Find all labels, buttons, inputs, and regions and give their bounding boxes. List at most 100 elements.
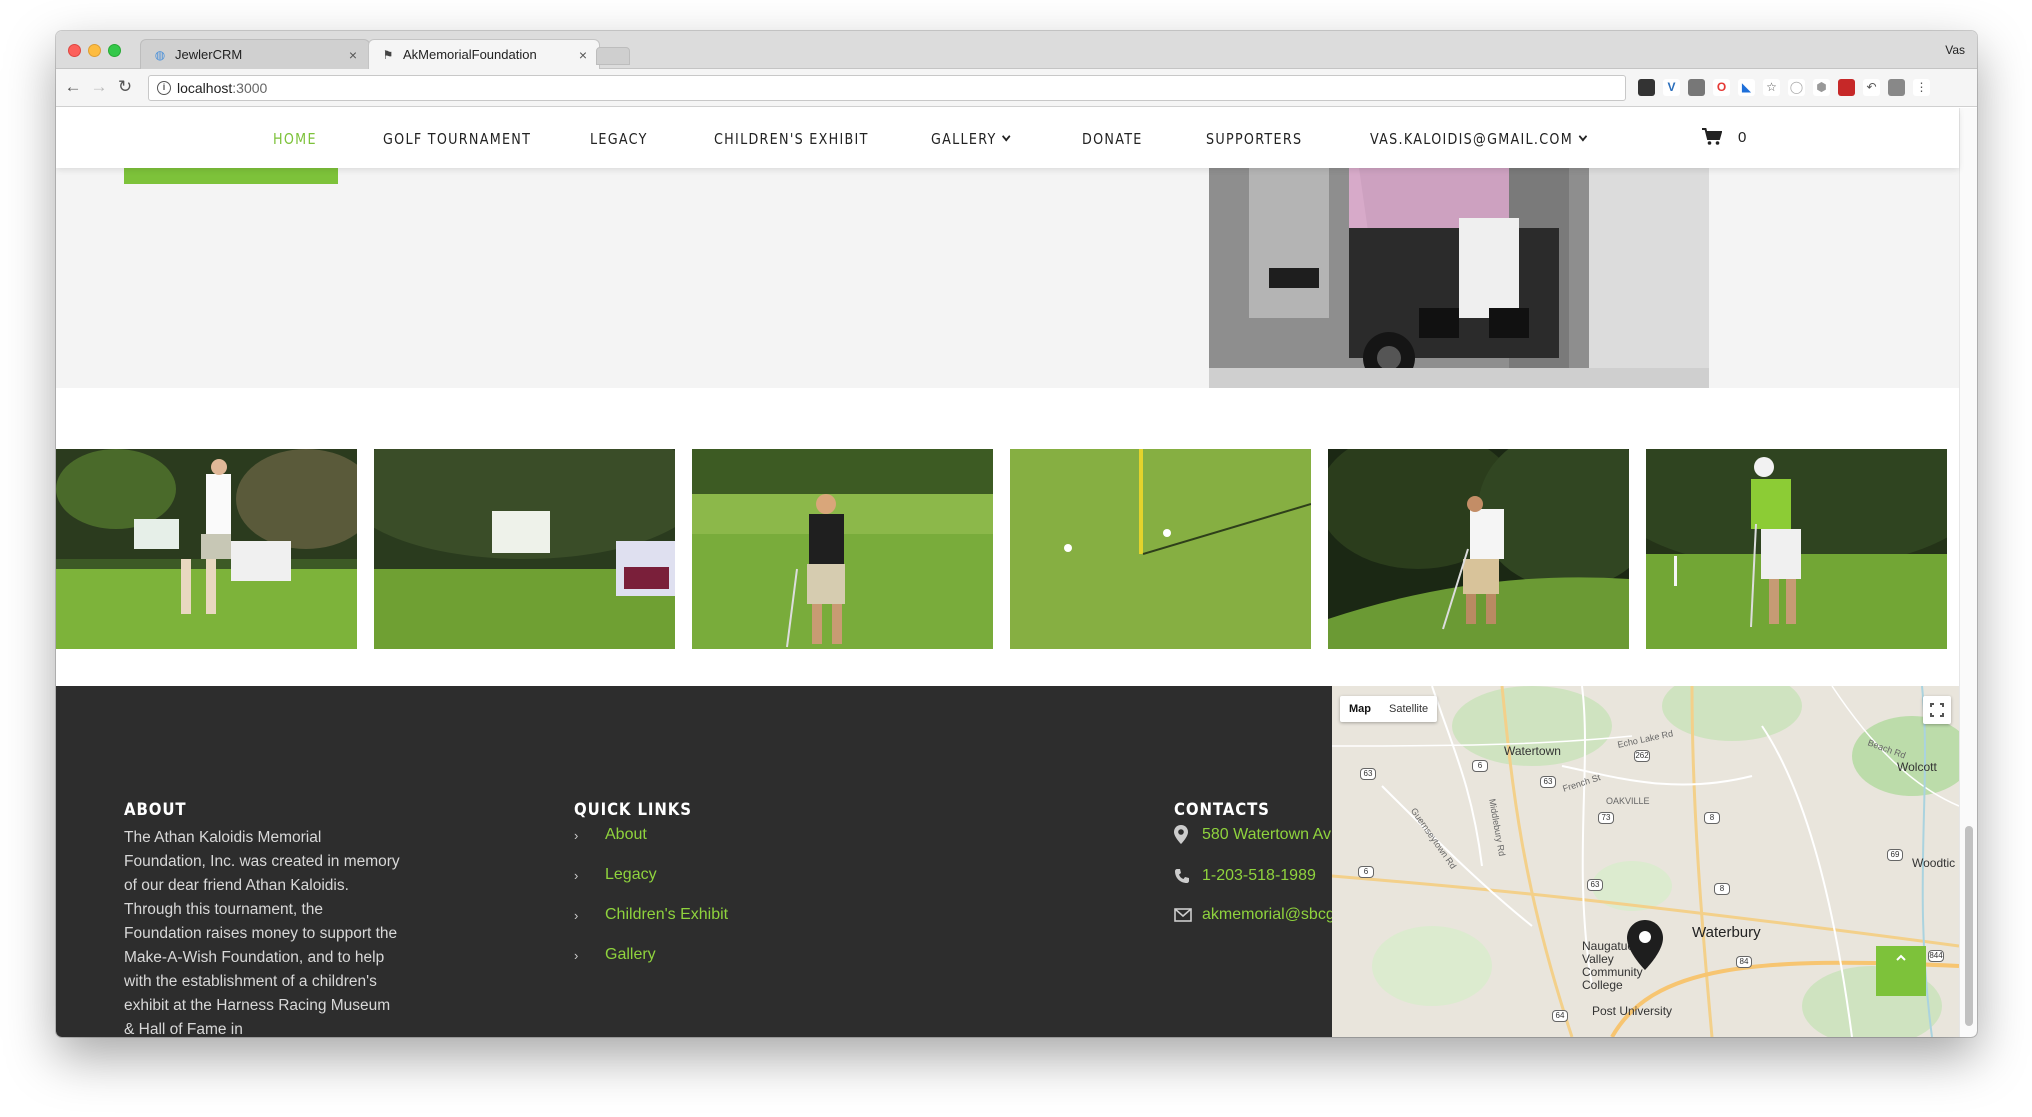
- phone-icon: [1174, 868, 1202, 884]
- map-type-map-button[interactable]: Map: [1340, 696, 1380, 722]
- chevron-right-icon: ›: [574, 827, 579, 843]
- tab-title: JewlerCRM: [175, 47, 243, 62]
- contact-phone[interactable]: 1-203-518-1989: [1174, 867, 1316, 885]
- megaphone-icon[interactable]: ◣: [1738, 79, 1755, 96]
- gallery-photo[interactable]: [1010, 449, 1311, 649]
- tab-close-icon[interactable]: ×: [579, 47, 587, 63]
- quick-links-heading: QUICK LINKS: [574, 800, 692, 820]
- tab-close-icon[interactable]: ×: [349, 47, 357, 63]
- gallery-photo[interactable]: [56, 449, 357, 649]
- scrollbar-thumb[interactable]: [1965, 826, 1973, 1026]
- fullscreen-icon[interactable]: [1923, 696, 1951, 724]
- globe-icon: ◍: [154, 47, 166, 62]
- contact-phone-text: 1-203-518-1989: [1202, 867, 1316, 884]
- new-tab-button[interactable]: [596, 47, 630, 65]
- vue-devtools-icon[interactable]: V: [1663, 79, 1680, 96]
- chevron-right-icon: ›: [574, 947, 579, 963]
- page-viewport: HOME GOLF TOURNAMENT LEGACY CHILDREN'S E…: [56, 108, 1977, 1037]
- contact-address-text: 580 Watertown Av: [1202, 825, 1331, 843]
- map-label-watertown: Watertown: [1504, 744, 1561, 758]
- reply-icon[interactable]: ↶: [1863, 79, 1880, 96]
- route-shield: 73: [1598, 812, 1614, 824]
- route-shield: 8: [1704, 812, 1720, 824]
- cart-button[interactable]: 0: [1702, 128, 1746, 146]
- route-shield: 262: [1634, 750, 1650, 762]
- route-shield: 69: [1887, 849, 1903, 861]
- route-shield: 84: [1736, 956, 1752, 968]
- chevron-right-icon: ›: [574, 867, 579, 883]
- back-to-top-button[interactable]: [1876, 946, 1926, 996]
- google-map[interactable]: Map Satellite Watertown Wolcott OAKVILLE…: [1332, 686, 1959, 1037]
- tab-jewlercrm[interactable]: ◍ JewlerCRM ×: [140, 39, 370, 69]
- profile-name[interactable]: Vas: [1945, 43, 1965, 57]
- quick-link-legacy[interactable]: › Legacy: [574, 866, 657, 884]
- quick-link-label[interactable]: Legacy: [605, 866, 657, 884]
- quick-link-label[interactable]: About: [605, 826, 647, 844]
- contact-address[interactable]: 580 Watertown Av: [1174, 825, 1331, 844]
- contact-email[interactable]: akmemorial@sbcg: [1174, 906, 1335, 924]
- quick-link-about[interactable]: › About: [574, 826, 647, 844]
- wheelchair-photo: [1209, 168, 1709, 388]
- map-label-woodtick: Woodtic: [1912, 856, 1956, 870]
- nav-legacy[interactable]: LEGACY: [590, 130, 648, 148]
- forward-icon[interactable]: →: [88, 77, 110, 97]
- bookmark-star-icon[interactable]: ☆: [1763, 79, 1780, 96]
- close-window-button[interactable]: [68, 44, 81, 57]
- site-footer: ABOUT The Athan Kaloidis Memorial Founda…: [56, 686, 1977, 1037]
- reload-icon[interactable]: ↻: [114, 77, 136, 97]
- site-navbar: HOME GOLF TOURNAMENT LEGACY CHILDREN'S E…: [56, 108, 1959, 168]
- maximize-window-button[interactable]: [108, 44, 121, 57]
- tab-akmemorialfoundation[interactable]: ⚑ AkMemorialFoundation ×: [368, 39, 600, 69]
- quick-link-label[interactable]: Gallery: [605, 946, 656, 964]
- nav-account[interactable]: VAS.KALOIDIS@GMAIL.COM: [1370, 130, 1587, 148]
- nav-home[interactable]: HOME: [273, 130, 317, 148]
- map-label-waterbury: Waterbury: [1692, 924, 1761, 941]
- gallery-photo[interactable]: [1646, 449, 1947, 649]
- nav-donate[interactable]: DONATE: [1082, 130, 1143, 148]
- map-pin-icon: [1174, 825, 1202, 844]
- address-bar[interactable]: i localhost:3000: [148, 75, 1626, 101]
- route-shield: 8: [1714, 883, 1730, 895]
- gallery-photo[interactable]: [374, 449, 675, 649]
- extension-icon[interactable]: [1638, 79, 1655, 96]
- map-marker-icon[interactable]: [1627, 920, 1663, 970]
- gallery-photo[interactable]: [692, 449, 993, 649]
- hero-section: [56, 168, 1959, 388]
- quick-link-gallery[interactable]: › Gallery: [574, 946, 656, 964]
- url-port: :3000: [232, 80, 268, 96]
- nav-childrens-exhibit[interactable]: CHILDREN'S EXHIBIT: [714, 130, 869, 148]
- menu-kebab-icon[interactable]: ⋮: [1913, 79, 1930, 96]
- map-label-oakville: OAKVILLE: [1606, 796, 1650, 806]
- nav-golf-tournament[interactable]: GOLF TOURNAMENT: [383, 130, 531, 148]
- quick-link-label[interactable]: Children's Exhibit: [605, 906, 728, 924]
- route-shield: 6: [1358, 866, 1374, 878]
- nav-gallery[interactable]: GALLERY: [931, 130, 1011, 148]
- nav-gallery-label: GALLERY: [931, 130, 997, 148]
- map-label-wolcott: Wolcott: [1897, 760, 1937, 774]
- site-favicon-icon: ⚑: [382, 47, 394, 62]
- extension-icon[interactable]: [1888, 79, 1905, 96]
- photo-gallery: [56, 449, 1959, 649]
- minimize-window-button[interactable]: [88, 44, 101, 57]
- browser-window: ◍ JewlerCRM × ⚑ AkMemorialFoundation × V…: [56, 31, 1977, 1037]
- map-type-satellite-button[interactable]: Satellite: [1380, 696, 1437, 722]
- extension-icon[interactable]: ◯: [1788, 79, 1805, 96]
- shopping-cart-icon: [1702, 128, 1722, 145]
- chevron-down-icon: [1002, 131, 1011, 142]
- nav-account-label: VAS.KALOIDIS@GMAIL.COM: [1370, 130, 1574, 148]
- info-icon: i: [157, 81, 171, 95]
- gallery-photo[interactable]: [1328, 449, 1629, 649]
- browser-toolbar: ← → ↻ i localhost:3000 V O ◣ ☆ ◯ ⬢ ↶ ⋮: [56, 69, 1977, 107]
- calendar-icon[interactable]: [1838, 79, 1855, 96]
- route-shield: 63: [1360, 768, 1376, 780]
- extension-icon[interactable]: ⬢: [1813, 79, 1830, 96]
- tab-strip: ◍ JewlerCRM × ⚑ AkMemorialFoundation × V…: [56, 31, 1977, 69]
- hero-cta-button[interactable]: [124, 168, 338, 184]
- page-scrollbar[interactable]: [1959, 108, 1977, 1037]
- nav-supporters[interactable]: SUPPORTERS: [1206, 130, 1302, 148]
- quick-link-childrens-exhibit[interactable]: › Children's Exhibit: [574, 906, 728, 924]
- back-icon[interactable]: ←: [62, 77, 84, 97]
- extensions-bar: V O ◣ ☆ ◯ ⬢ ↶ ⋮: [1638, 79, 1930, 96]
- opera-icon[interactable]: O: [1713, 79, 1730, 96]
- extension-icon[interactable]: [1688, 79, 1705, 96]
